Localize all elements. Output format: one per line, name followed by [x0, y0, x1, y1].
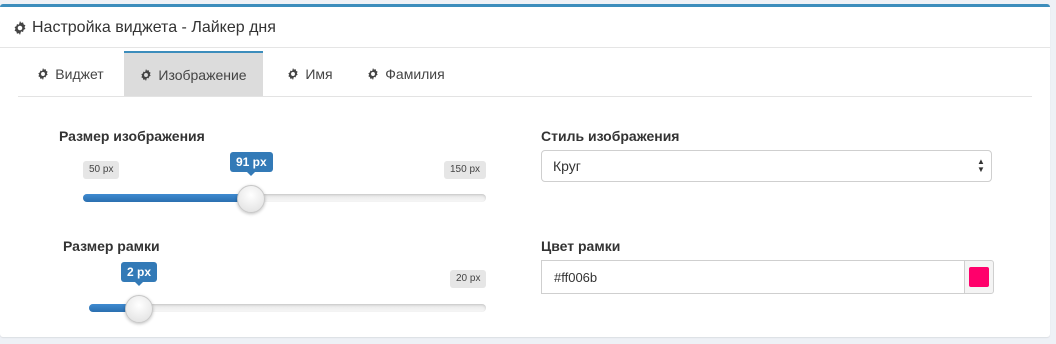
image-size-slider-fill [83, 194, 248, 202]
color-picker-button[interactable] [964, 260, 994, 294]
tab-first-name[interactable]: Имя [274, 51, 346, 96]
border-color-label: Цвет рамки [541, 238, 621, 254]
border-color-value: #ff006b [554, 269, 598, 285]
image-size-value-bubble: 91 px [230, 152, 273, 176]
gear-icon [14, 21, 26, 35]
gear-icon [288, 67, 299, 80]
select-arrows-icon: ▲ ▼ [977, 157, 985, 174]
panel-header: Настройка виджета - Лайкер дня [0, 7, 1050, 48]
border-size-max-label: 20 px [450, 270, 487, 288]
gear-icon [38, 67, 48, 80]
image-size-slider-handle[interactable] [237, 185, 265, 213]
tab-image[interactable]: Изображение [124, 51, 263, 96]
tab-label: Виджет [55, 65, 104, 82]
image-size-label: Размер изображения [59, 128, 205, 144]
border-size-slider-fill [89, 304, 129, 312]
gear-icon [141, 68, 152, 81]
tab-label: Имя [305, 65, 333, 82]
tab-label: Фамилия [385, 65, 445, 82]
image-style-select[interactable]: Круг ▲ ▼ [541, 150, 992, 182]
image-style-label: Стиль изображения [541, 128, 680, 144]
tab-widget[interactable]: Виджет [18, 51, 123, 96]
tab-bar: Виджет Изображение Имя Фамилия [18, 51, 1032, 97]
gear-icon [368, 67, 378, 80]
tab-last-name[interactable]: Фамилия [356, 51, 456, 96]
image-style-selected-value: Круг [553, 158, 581, 174]
tab-label: Изображение [158, 66, 247, 83]
border-size-label: Размер рамки [63, 238, 160, 254]
panel-title: Настройка виджета - Лайкер дня [13, 19, 276, 37]
border-size-value-bubble: 2 px [121, 262, 158, 286]
image-size-slider-track[interactable] [83, 194, 486, 202]
image-size-max-label: 150 px [444, 161, 487, 179]
border-color-input[interactable]: #ff006b [541, 260, 964, 294]
image-size-min-label: 50 px [83, 161, 120, 179]
panel-title-text: Настройка виджета - Лайкер дня [32, 19, 276, 36]
border-size-slider-handle[interactable] [125, 295, 153, 323]
color-swatch [969, 267, 989, 287]
